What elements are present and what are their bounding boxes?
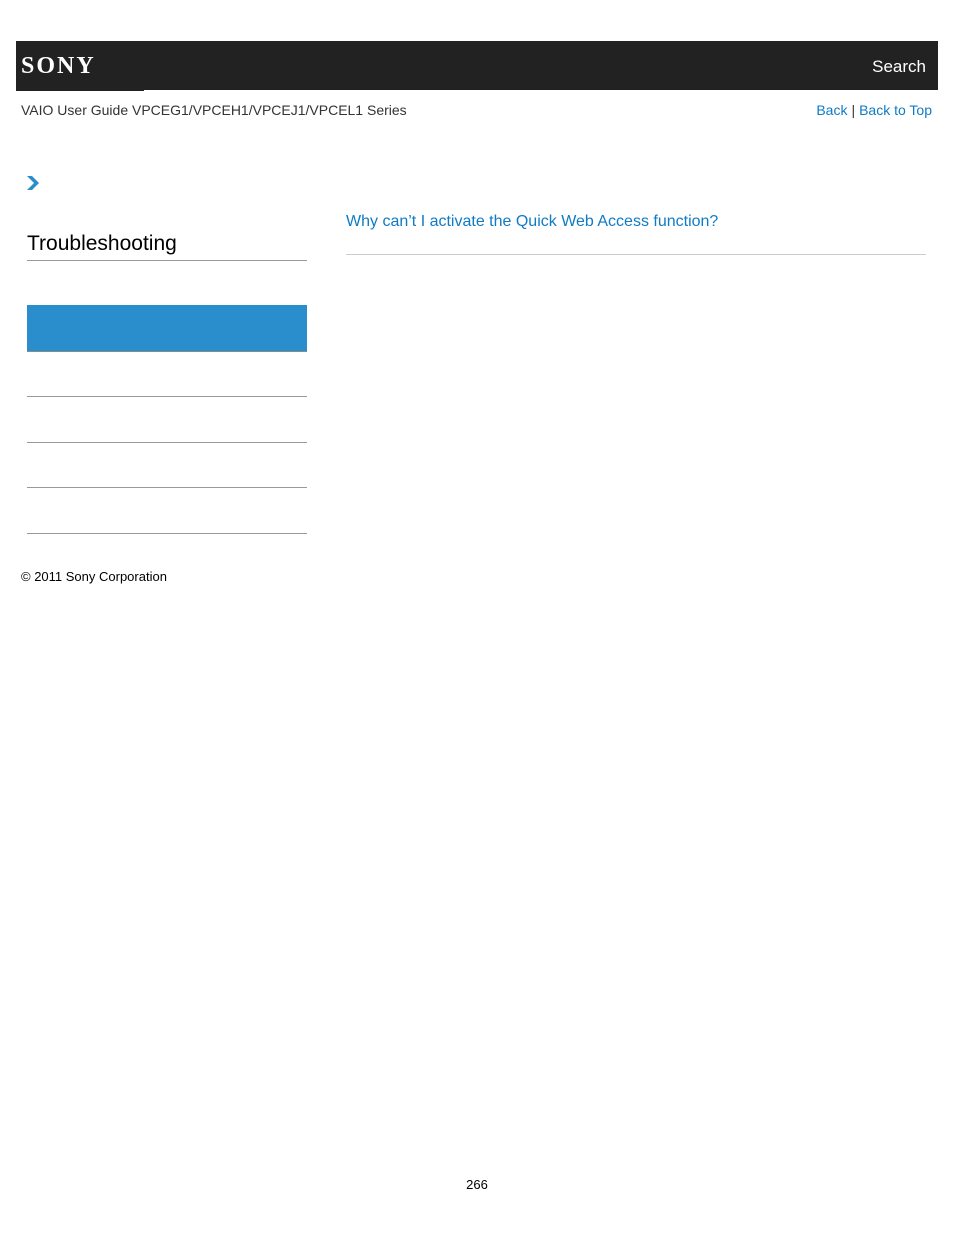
sony-logo-text: SONY (21, 53, 96, 79)
guide-title: VAIO User Guide VPCEG1/VPCEH1/VPCEJ1/VPC… (21, 102, 407, 118)
sony-logo[interactable]: SONY (16, 41, 144, 92)
top-navigation: Back | Back to Top (816, 102, 932, 118)
question-link[interactable]: Why can’t I activate the Quick Web Acces… (346, 213, 718, 231)
copyright: © 2011 Sony Corporation (21, 569, 167, 584)
nav-separator: | (851, 102, 856, 118)
sidebar-item-divider[interactable] (27, 396, 307, 397)
back-link[interactable]: Back (816, 102, 847, 118)
back-to-top-link[interactable]: Back to Top (859, 102, 932, 118)
section-title: Troubleshooting (27, 232, 177, 255)
header-bar: SONY Search (16, 41, 938, 92)
sidebar-item-divider[interactable] (27, 533, 307, 534)
question-divider (346, 254, 926, 255)
chevron-right-icon[interactable] (26, 175, 40, 191)
section-divider (27, 260, 307, 261)
sidebar-item-divider[interactable] (27, 487, 307, 488)
sidebar-item-active[interactable] (27, 305, 307, 352)
page-number: 266 (466, 1177, 488, 1192)
search-button[interactable]: Search (872, 57, 926, 77)
sidebar-item-divider[interactable] (27, 442, 307, 443)
